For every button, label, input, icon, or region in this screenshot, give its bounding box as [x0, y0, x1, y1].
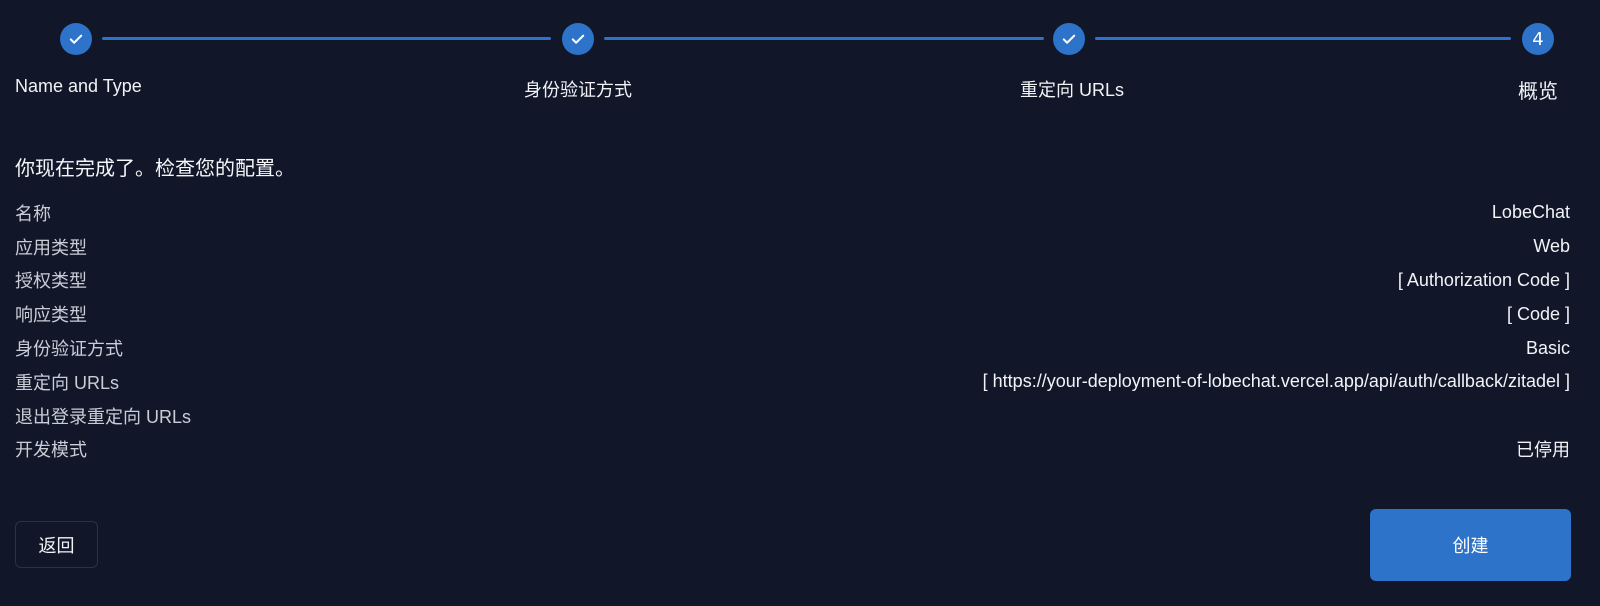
summary-key: 应用类型: [15, 237, 87, 258]
app-review-page: 4 Name and Type 身份验证方式 重定向 URLs 概览 你现在完成…: [0, 0, 1600, 606]
step-connector-3-4: [1095, 37, 1511, 40]
step-4-label: 概览: [1518, 81, 1558, 103]
summary-key: 名称: [15, 203, 51, 224]
summary-heading: 你现在完成了。检查您的配置。: [15, 158, 295, 180]
summary-key: 重定向 URLs: [15, 372, 120, 393]
progress-stepper: 4 Name and Type 身份验证方式 重定向 URLs 概览: [0, 0, 1600, 110]
summary-value: Web: [1533, 236, 1570, 257]
summary-value: LobeChat: [1491, 202, 1570, 223]
step-1-label[interactable]: Name and Type: [15, 76, 142, 97]
step-3-label[interactable]: 重定向 URLs: [1020, 76, 1124, 102]
summary-row-redirect-urls: 重定向 URLs [ https://your-deployment-of-lo…: [15, 365, 1570, 399]
summary-row-logout-redirect-urls: 退出登录重定向 URLs: [15, 399, 1570, 433]
step-1-indicator[interactable]: [60, 23, 92, 55]
summary-value: [ Code ]: [1506, 303, 1570, 324]
step-2-indicator[interactable]: [562, 23, 594, 55]
summary-row-app-type: 应用类型 Web: [15, 230, 1570, 264]
config-summary-list: 名称 LobeChat 应用类型 Web 授权类型 [ Authorizatio…: [15, 196, 1570, 466]
summary-row-dev-mode: 开发模式 已停用: [15, 433, 1570, 467]
summary-key: 开发模式: [15, 440, 87, 461]
check-icon: [69, 34, 83, 44]
summary-row-auth-method: 身份验证方式 Basic: [15, 331, 1570, 365]
summary-value: [ https://your-deployment-of-lobechat.ve…: [982, 371, 1570, 392]
step-3-indicator[interactable]: [1053, 23, 1085, 55]
step-2-label[interactable]: 身份验证方式: [524, 76, 632, 102]
summary-row-grant-type: 授权类型 [ Authorization Code ]: [15, 264, 1570, 298]
step-4-indicator: 4: [1522, 23, 1554, 55]
summary-value: Basic: [1525, 337, 1570, 358]
summary-value: 已停用: [1516, 440, 1570, 461]
summary-key: 退出登录重定向 URLs: [15, 406, 192, 427]
summary-key: 身份验证方式: [15, 339, 123, 360]
summary-value: [ Authorization Code ]: [1397, 269, 1570, 290]
check-icon: [1062, 34, 1076, 44]
summary-key: 响应类型: [15, 305, 87, 326]
step-4-number: 4: [1532, 28, 1544, 50]
create-button[interactable]: 创建: [1370, 509, 1571, 581]
step-connector-2-3: [604, 37, 1044, 40]
check-icon: [571, 34, 585, 44]
summary-row-response-type: 响应类型 [ Code ]: [15, 297, 1570, 331]
summary-row-name: 名称 LobeChat: [15, 196, 1570, 230]
back-button[interactable]: 返回: [15, 521, 98, 568]
summary-key: 授权类型: [15, 271, 87, 292]
step-connector-1-2: [102, 37, 551, 40]
